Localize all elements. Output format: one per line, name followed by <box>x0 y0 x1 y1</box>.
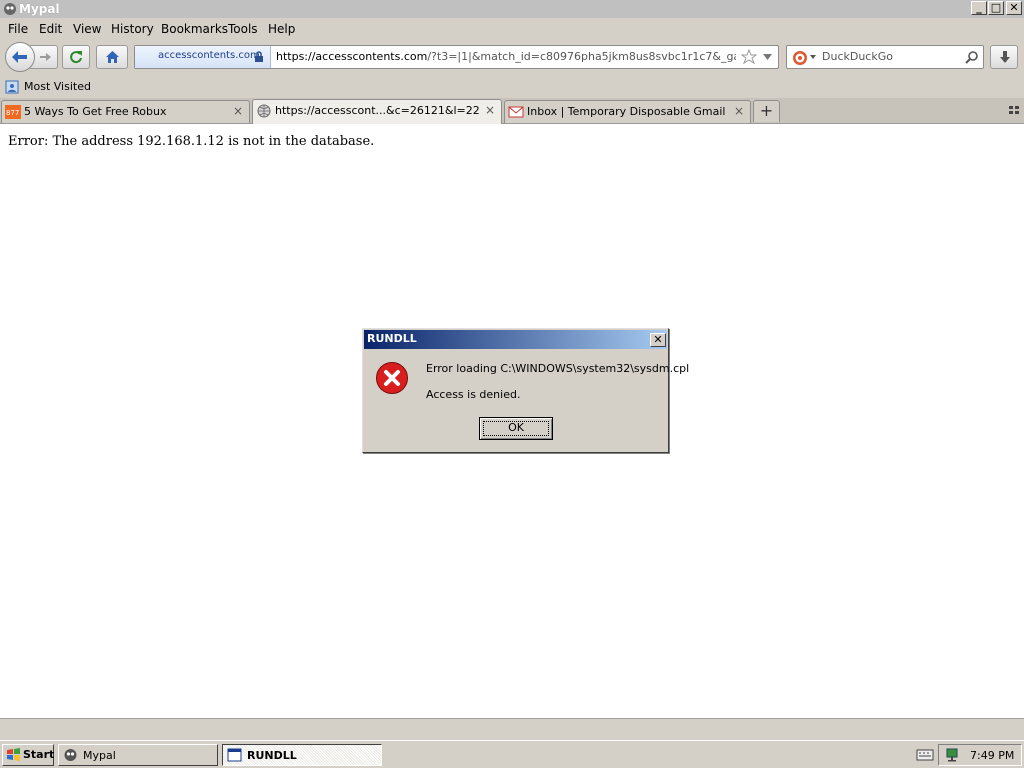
page-error-message: Error: The address 192.168.1.12 is not i… <box>8 134 375 149</box>
rundll-dialog: RUNDLL ✕ Error loading C:\WINDOWS\system… <box>362 328 689 453</box>
search-icon[interactable] <box>965 50 979 64</box>
windows-logo-icon <box>7 748 20 761</box>
clock[interactable]: 7:49 PM <box>970 749 1014 762</box>
list-all-tabs-icon[interactable] <box>1008 103 1020 117</box>
dialog-title: RUNDLL <box>367 332 417 345</box>
robux-site-favicon: 877 <box>5 105 21 119</box>
bookmark-star-icon[interactable] <box>741 49 757 65</box>
navigation-toolbar: accesscontents.com https://accesscontent… <box>0 39 1024 77</box>
menu-bar: File Edit View History Bookmarks Tools H… <box>0 18 1024 39</box>
search-bar[interactable]: DuckDuckGo <box>786 45 984 69</box>
back-arrow-icon <box>12 51 27 63</box>
minimize-button[interactable]: _ <box>971 1 987 15</box>
menu-edit[interactable]: Edit <box>39 21 62 37</box>
start-button[interactable]: Start <box>2 744 54 766</box>
ok-button[interactable]: OK <box>479 417 553 440</box>
window-titlebar: Mypal _ □ ✕ <box>0 0 1024 19</box>
dialog-close-button[interactable]: ✕ <box>650 333 666 347</box>
new-tab-button[interactable]: + <box>753 100 780 122</box>
site-identity-label: accesscontents.com <box>158 50 260 61</box>
mail-icon <box>508 106 524 118</box>
site-identity-button[interactable]: accesscontents.com <box>135 46 271 68</box>
home-icon <box>106 51 119 63</box>
downloads-button[interactable] <box>990 45 1018 69</box>
menu-help[interactable]: Help <box>268 21 295 37</box>
duckduckgo-icon <box>793 51 807 65</box>
tab-close-icon[interactable]: × <box>485 103 495 117</box>
forward-arrow-icon <box>40 53 51 61</box>
mypal-app-icon <box>64 749 77 761</box>
menu-bookmarks[interactable]: Bookmarks <box>161 21 228 37</box>
url-bar[interactable]: accesscontents.com https://accesscontent… <box>134 45 779 69</box>
reload-button[interactable] <box>62 45 90 69</box>
url-path: /?t3=|1|&match_id=c80976pha5jkm8us8svbc1… <box>427 50 736 63</box>
taskbar: Start Mypal RUNDLL 7:49 PM <box>0 740 1024 768</box>
keyboard-icon[interactable] <box>916 749 934 761</box>
url-host: https://accesscontents.com <box>276 50 428 63</box>
most-visited-label: Most Visited <box>24 80 91 93</box>
menu-file[interactable]: File <box>8 21 28 37</box>
most-visited-folder-icon <box>5 80 19 94</box>
close-window-button[interactable]: ✕ <box>1006 1 1022 15</box>
tab-strip: 877 5 Ways To Get Free Robux × https://a… <box>0 98 1024 124</box>
globe-icon <box>257 104 271 118</box>
taskbar-item-label: Mypal <box>83 749 116 762</box>
download-arrow-icon <box>1000 51 1010 63</box>
dialog-detail: Access is denied. <box>426 388 521 401</box>
tab-label: https://accesscont...&c=26121&l=225863 <box>275 104 480 117</box>
menu-view[interactable]: View <box>73 21 101 37</box>
url-dropdown-icon[interactable] <box>763 54 772 60</box>
error-icon <box>376 362 408 394</box>
reload-icon <box>70 51 82 64</box>
svg-text:877: 877 <box>6 109 19 117</box>
tab-label: Inbox | Temporary Disposable Gmail <box>527 105 726 118</box>
maximize-button[interactable]: □ <box>988 1 1004 15</box>
home-button[interactable] <box>96 45 128 69</box>
tab-close-icon[interactable]: × <box>233 104 243 118</box>
menu-tools[interactable]: Tools <box>228 21 258 37</box>
focus-rectangle <box>483 421 549 436</box>
lock-icon <box>255 51 263 62</box>
menu-history[interactable]: History <box>111 21 154 37</box>
start-label: Start <box>23 748 55 761</box>
mypal-app-icon <box>4 3 16 15</box>
dialog-titlebar[interactable]: RUNDLL ✕ <box>364 330 667 349</box>
tab-close-icon[interactable]: × <box>734 104 744 118</box>
tab-label: 5 Ways To Get Free Robux <box>24 105 167 118</box>
status-bar <box>0 718 1024 741</box>
bookmarks-toolbar: Most Visited <box>0 77 1024 98</box>
dialog-message: Error loading C:\WINDOWS\system32\sysdm.… <box>426 362 690 375</box>
taskbar-item-rundll[interactable]: RUNDLL <box>222 744 382 766</box>
back-button[interactable] <box>5 42 35 72</box>
taskbar-item-mypal[interactable]: Mypal <box>58 744 218 766</box>
tab-robux[interactable]: 877 5 Ways To Get Free Robux × <box>1 100 250 123</box>
search-engine-dropdown-icon[interactable] <box>810 55 816 59</box>
window-icon <box>227 748 242 762</box>
network-icon[interactable] <box>945 748 961 762</box>
tab-inbox[interactable]: Inbox | Temporary Disposable Gmail × <box>504 100 751 123</box>
tab-accesscontents[interactable]: https://accesscont...&c=26121&l=225863 × <box>252 99 502 124</box>
window-title: Mypal <box>19 2 60 16</box>
system-tray: 7:49 PM <box>938 744 1022 766</box>
search-placeholder: DuckDuckGo <box>822 50 893 63</box>
url-text: https://accesscontents.com/?t3=|1|&match… <box>276 50 736 63</box>
taskbar-item-label: RUNDLL <box>247 749 297 762</box>
